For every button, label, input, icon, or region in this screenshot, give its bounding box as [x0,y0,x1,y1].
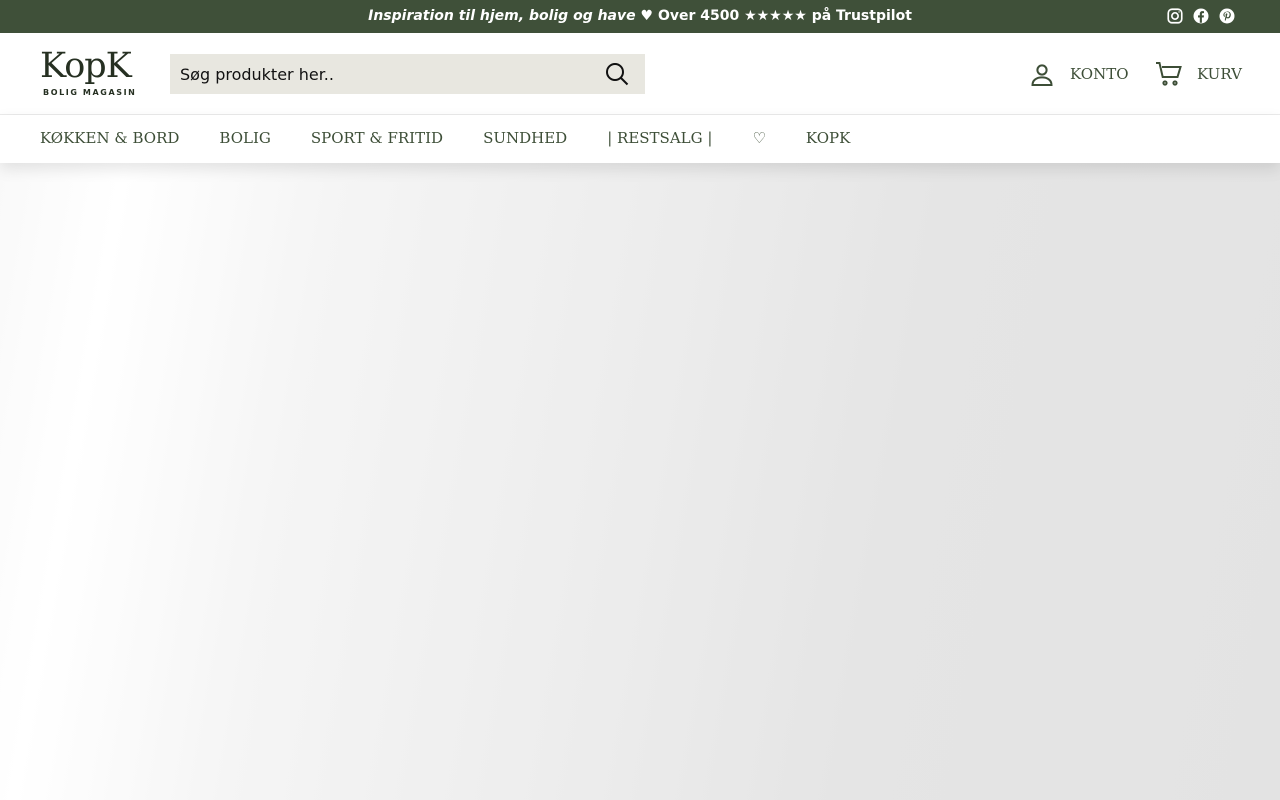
announcement-text: Inspiration til hjem, bolig og have ♥ Ov… [0,0,1280,33]
facebook-icon[interactable] [1192,7,1210,25]
instagram-icon[interactable] [1166,7,1184,25]
nav-item-bolig[interactable]: BOLIG [219,115,270,163]
logo[interactable]: KopK BOLIG MAGASIN [40,46,140,102]
announcement-bar: Inspiration til hjem, bolig og have ♥ Ov… [0,0,1280,33]
nav-item-kokken-bord[interactable]: KØKKEN & BORD [40,115,179,163]
hero-banner-placeholder [0,163,1280,800]
user-icon [1031,64,1053,86]
account-label: KONTO [1070,65,1129,83]
nav-item-restsalg[interactable]: | RESTSALG | [607,115,712,163]
nav-item-favorites[interactable]: ♡ [752,115,765,163]
announcement-italic: Inspiration til hjem, bolig og have [368,8,636,24]
main-nav: KØKKEN & BORD BOLIG SPORT & FRITID SUNDH… [0,115,1280,163]
search-input[interactable] [170,54,590,94]
nav-item-sundhed[interactable]: SUNDHED [483,115,567,163]
social-links [1166,7,1236,25]
cart-label: KURV [1197,65,1242,83]
search-icon [606,63,629,86]
announcement-rest: ♥ Over 4500 ★★★★★ på Trustpilot [635,8,912,24]
logo-tagline: BOLIG MAGASIN [43,88,137,97]
nav-item-kopk[interactable]: KOPK [806,115,850,163]
search-button[interactable] [605,62,629,86]
account-link[interactable]: KONTO [1030,60,1129,88]
logo-wordmark: KopK [40,46,132,86]
pinterest-icon[interactable] [1218,7,1236,25]
cart-icon [1156,62,1182,86]
site-header: KopK BOLIG MAGASIN KONTO KURV [0,33,1280,115]
nav-item-sport-fritid[interactable]: SPORT & FRITID [311,115,443,163]
search-bar [170,54,645,94]
cart-link[interactable]: KURV [1155,60,1242,88]
